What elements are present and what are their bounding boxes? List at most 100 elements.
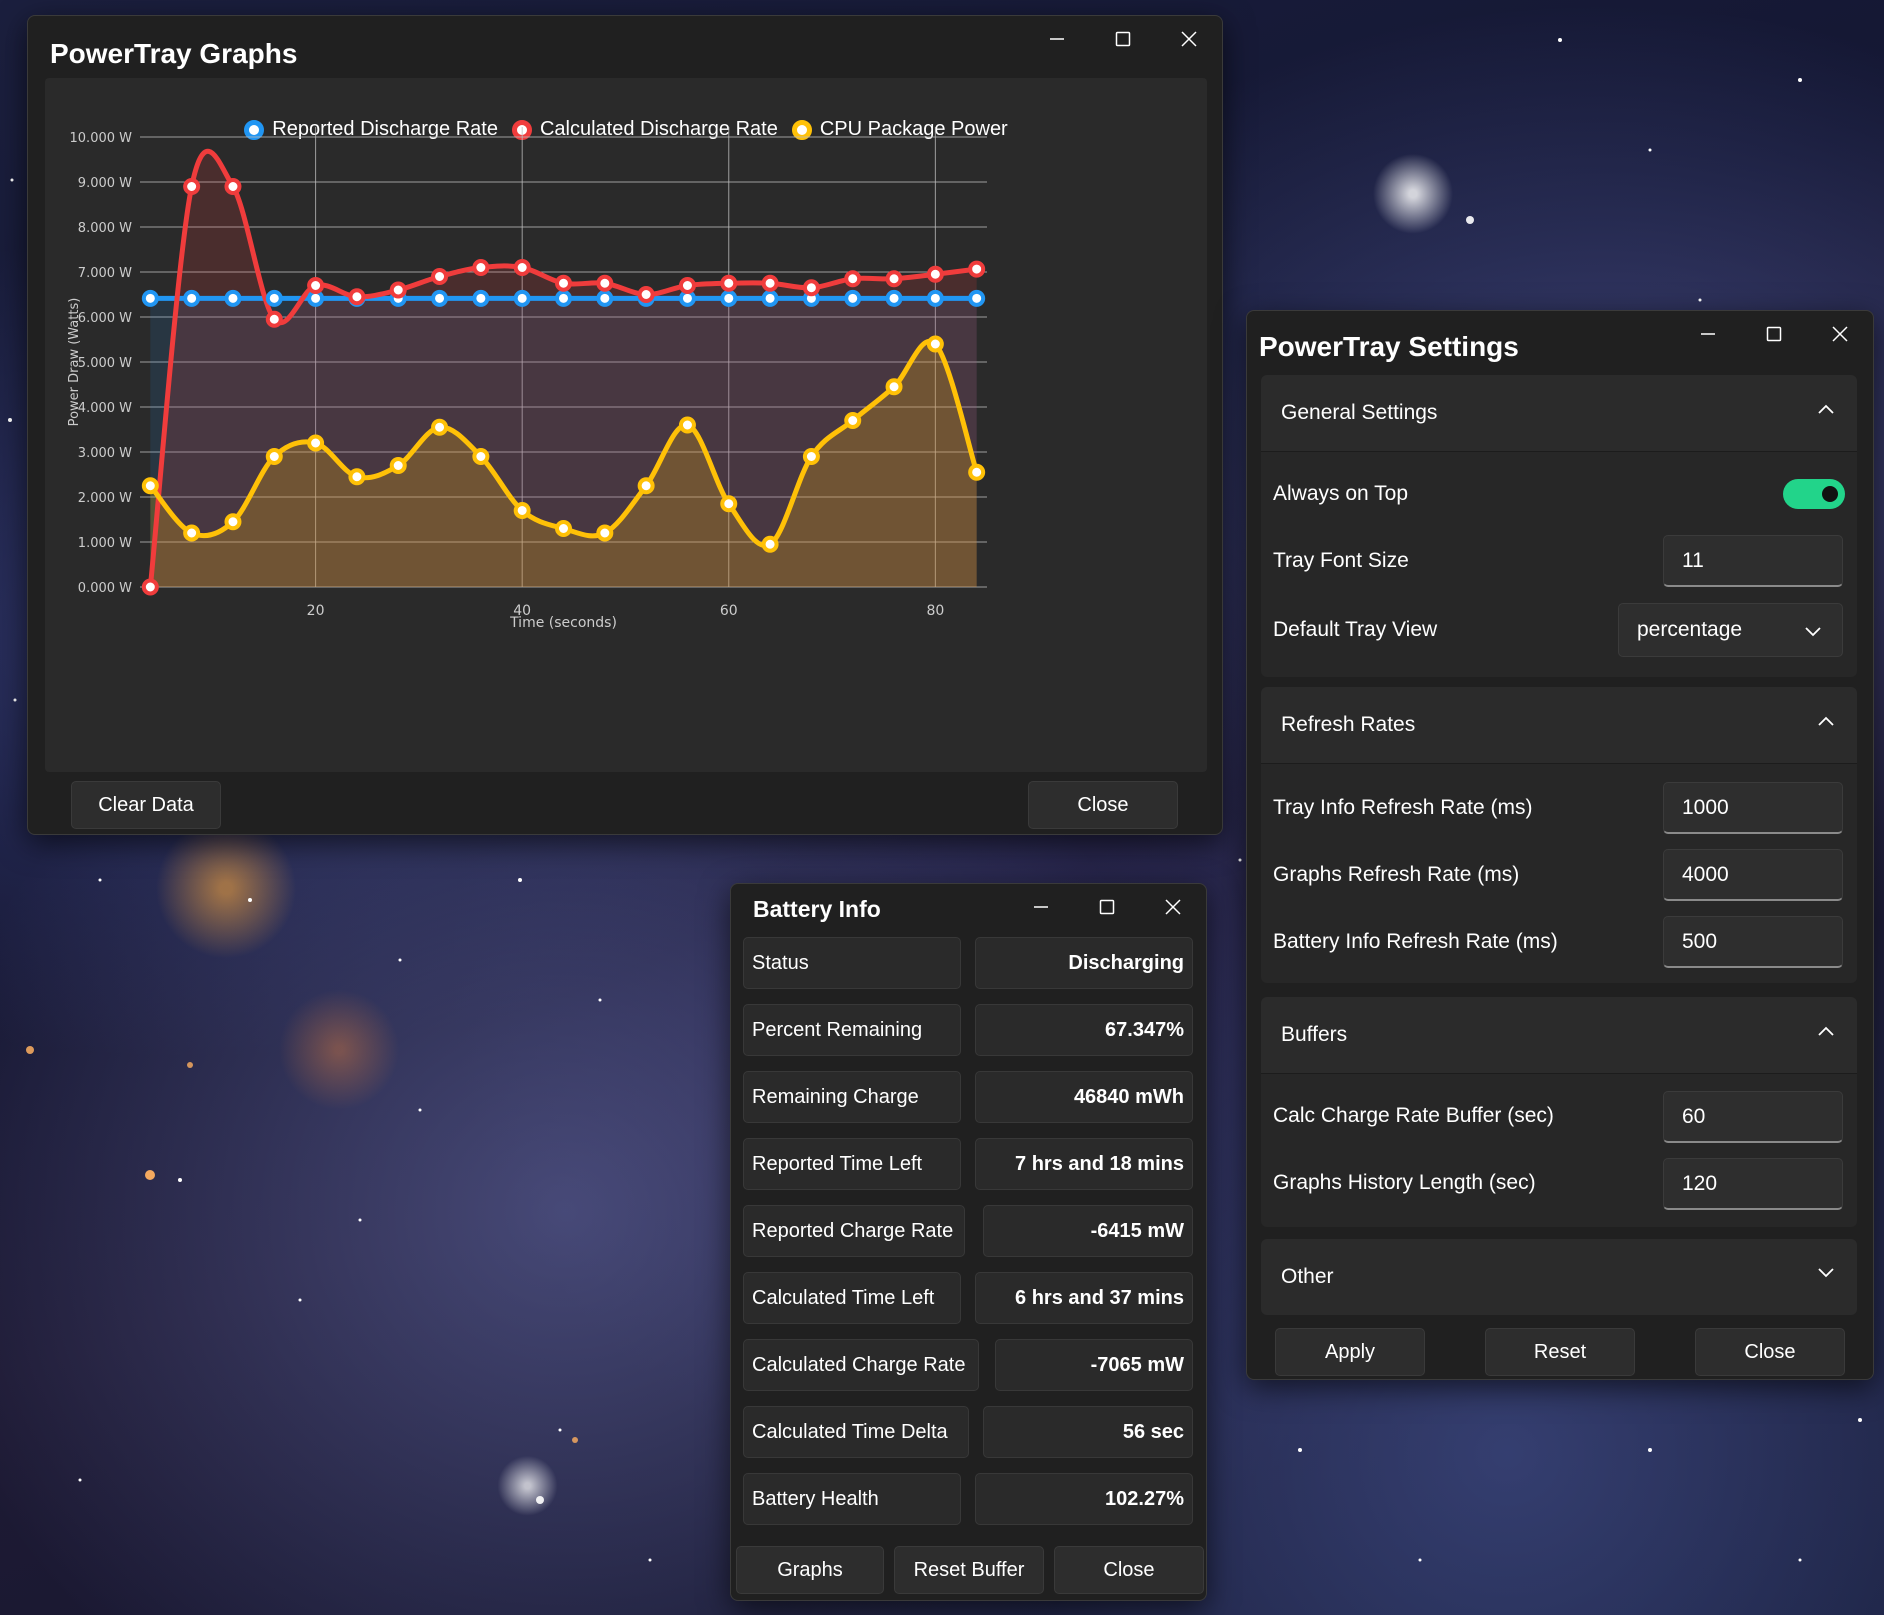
y-tick-label: 1.000 W [78,536,132,551]
settings-close-button[interactable]: Close [1695,1328,1845,1376]
close-icon [1181,31,1197,47]
buffers-body: Calc Charge Rate Buffer (sec) 60 Graphs … [1261,1073,1857,1227]
x-tick-label: 60 [720,603,738,619]
toggle-knob [1822,486,1838,502]
graphs-refresh-input[interactable]: 4000 [1663,849,1843,901]
refresh-rates-body: Tray Info Refresh Rate (ms) 1000 Graphs … [1261,763,1857,983]
minimize-button[interactable] [1008,884,1074,930]
maximize-button[interactable] [1741,311,1807,357]
battery-row-health: Battery Health 102.27% [743,1473,1193,1525]
chevron-up-icon [1818,1026,1834,1036]
calc-buffer-input[interactable]: 60 [1663,1091,1843,1143]
battery-titlebar[interactable]: Battery Info [731,884,1206,942]
battery-row-label: Reported Time Left [743,1138,961,1190]
apply-button[interactable]: Apply [1275,1328,1425,1376]
y-tick-label: 5.000 W [78,356,132,371]
maximize-icon [1766,326,1782,342]
close-window-button[interactable] [1807,311,1873,357]
battery-row-label: Percent Remaining [743,1004,961,1056]
reported-data-point [431,289,449,307]
battery-window-title: Battery Info [753,896,881,922]
history-length-input[interactable]: 120 [1663,1158,1843,1210]
battery-row-label: Calculated Time Delta [743,1406,969,1458]
graphs-window: PowerTray Graphs Reported Discharge Rate… [27,15,1223,835]
battery-close-button[interactable]: Close [1054,1546,1204,1594]
battery-row-label: Remaining Charge [743,1071,961,1123]
chart-plot: 0.000 W 1.000 W 2.000 W 3.000 W 4.000 W 5.000… [67,127,987,631]
cpu-data-point [844,412,862,429]
buffers-header[interactable]: Buffers [1261,997,1857,1073]
chevron-down-icon [1818,1268,1834,1278]
tray-font-size-input[interactable]: 11 [1663,535,1843,587]
battery-row-time-delta: Calculated Time Delta 56 sec [743,1406,1193,1458]
minimize-button[interactable] [1675,311,1741,357]
battery-window-controls [1008,884,1206,930]
y-tick-label: 6.000 W [78,311,132,326]
clear-data-button[interactable]: Clear Data [71,781,221,829]
minimize-icon [1050,38,1064,40]
power-chart: Reported Discharge Rate Calculated Disch… [45,78,1207,772]
cpu-data-point [596,524,614,542]
tray-font-size-label: Tray Font Size [1273,549,1409,572]
settings-titlebar[interactable]: PowerTray Settings [1247,311,1873,369]
reported-data-point [885,289,903,307]
y-tick-label: 8.000 W [78,221,132,236]
reset-buffer-button[interactable]: Reset Buffer [894,1546,1044,1594]
cpu-data-point [224,513,242,531]
battery-graphs-button[interactable]: Graphs [736,1546,884,1594]
cpu-data-point [389,457,407,474]
reported-data-point [596,289,614,307]
chevron-down-icon [1805,627,1821,637]
battery-row-label: Status [743,937,961,989]
reported-data-point [265,289,283,307]
x-tick-label: 20 [307,603,325,619]
settings-window-title: PowerTray Settings [1259,331,1519,362]
calculated-data-point [761,274,779,292]
always-on-top-label: Always on Top [1273,482,1409,505]
close-window-button[interactable] [1156,16,1222,62]
always-on-top-toggle[interactable] [1783,479,1845,509]
graphs-titlebar[interactable]: PowerTray Graphs [28,16,1222,74]
cpu-data-point [348,468,366,486]
y-tick-label: 10.000 W [70,131,133,146]
calculated-data-point [596,274,614,292]
battery-row-percent: Percent Remaining 67.347% [743,1004,1193,1056]
cpu-data-point [637,477,655,495]
battery-row-reported-time: Reported Time Left 7 hrs and 18 mins [743,1138,1193,1190]
calculated-data-point [265,310,283,328]
default-tray-view-value: percentage [1637,618,1743,641]
battery-row-value: 6 hrs and 37 mins [975,1272,1193,1324]
reported-data-point [555,289,572,307]
maximize-button[interactable] [1074,884,1140,930]
other-header[interactable]: Other [1261,1239,1857,1315]
maximize-icon [1099,899,1115,915]
battery-row-reported-rate: Reported Charge Rate -6415 mW [743,1205,1193,1257]
battery-row-calculated-time: Calculated Time Left 6 hrs and 37 mins [743,1272,1193,1324]
battery-row-value: 7 hrs and 18 mins [975,1138,1193,1190]
refresh-rates-title: Refresh Rates [1281,713,1416,736]
tray-refresh-input[interactable]: 1000 [1663,782,1843,834]
graphs-refresh-label: Graphs Refresh Rate (ms) [1273,863,1520,886]
chevron-up-icon [1818,404,1834,414]
calculated-data-point [141,578,159,596]
calculated-data-point [678,277,696,294]
close-window-button[interactable] [1140,884,1206,930]
refresh-rates-header[interactable]: Refresh Rates [1261,687,1857,763]
reset-button[interactable]: Reset [1485,1328,1635,1376]
y-tick-label: 7.000 W [78,266,132,281]
x-tick-label: 80 [926,603,944,619]
default-tray-view-dropdown[interactable]: percentage [1618,603,1843,657]
calculated-data-point [431,268,449,285]
battery-refresh-input[interactable]: 500 [1663,916,1843,968]
graphs-close-button[interactable]: Close [1028,781,1178,829]
reported-data-point [968,289,986,307]
battery-row-label: Calculated Time Left [743,1272,961,1324]
reported-data-point [224,289,242,307]
general-settings-header[interactable]: General Settings [1261,375,1857,451]
cpu-data-point [472,448,490,465]
maximize-button[interactable] [1090,16,1156,62]
minimize-button[interactable] [1024,16,1090,62]
battery-row-label: Battery Health [743,1473,961,1525]
cpu-data-point [885,378,903,396]
calculated-data-point [802,279,820,297]
